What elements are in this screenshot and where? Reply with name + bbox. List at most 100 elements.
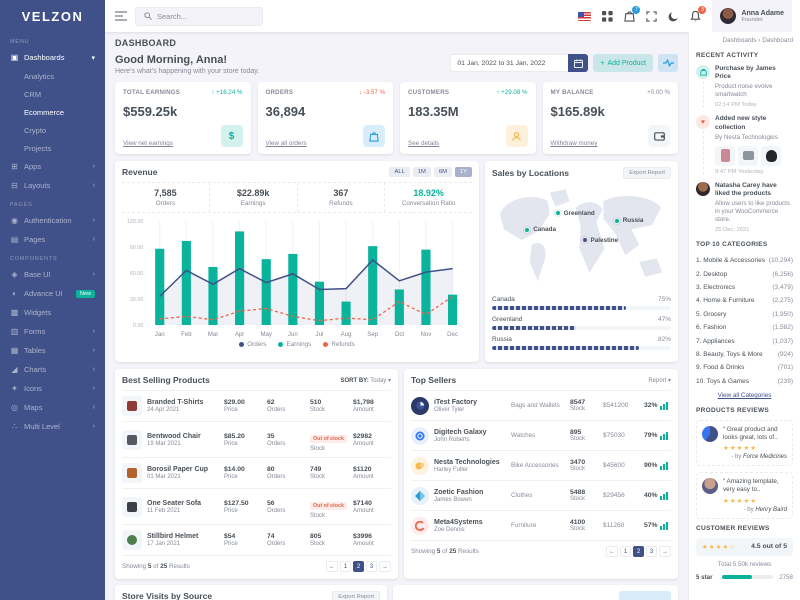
product-photo-camera[interactable] [738, 146, 758, 166]
map-marker-palestine[interactable]: Palestine [582, 237, 619, 244]
list-item[interactable]: 2. Desktop(6,256) [696, 268, 793, 281]
table-row[interactable]: Zoetic FashionJames Bowen Clothes 5488St… [411, 480, 671, 510]
map-marker-canada[interactable]: Canada [524, 226, 556, 233]
sidebar-item-forms[interactable]: ▥Forms› [0, 322, 105, 341]
customer-rating-card: ★★★★☆ 4.5 out of 5 [696, 538, 793, 556]
view-all-categories-link[interactable]: View all Categories [696, 392, 793, 399]
breadcrumb[interactable]: Dashboards › Dashboard [696, 37, 793, 44]
search-input[interactable]: Search... [135, 7, 263, 26]
language-flag-icon[interactable] [578, 12, 591, 21]
dark-mode-moon-icon[interactable] [668, 11, 679, 22]
cart-icon[interactable]: 7 [624, 10, 635, 22]
sidebar-item-advance-ui[interactable]: ◐Advance UINew [0, 284, 105, 303]
activity-item[interactable]: Natasha Carey have liked the products Al… [696, 182, 793, 233]
page-1-button[interactable]: 1 [620, 546, 631, 557]
hamburger-menu-icon[interactable] [115, 11, 127, 21]
calendar-button[interactable] [568, 54, 588, 72]
map-marker-greenland[interactable]: Greenland [555, 210, 595, 217]
chevron-right-icon: › [93, 236, 95, 243]
sidebar-item-projects[interactable]: Projects [0, 139, 105, 157]
revenue-tab-1m[interactable]: 1M [413, 167, 431, 177]
sidebar-item-layouts[interactable]: ⊟Layouts› [0, 176, 105, 195]
app-logo[interactable]: VELZON [0, 0, 105, 32]
svg-text:Mar: Mar [208, 332, 219, 338]
list-item[interactable]: 8. Beauty, Toys & More(924) [696, 348, 793, 361]
results-summary: Showing 5 of 25 Results [122, 563, 190, 570]
sidebar-item-apps[interactable]: ⊞Apps› [0, 157, 105, 176]
location-stat-greenland: Greenland47% [492, 316, 671, 330]
sidebar-item-multi-level[interactable]: ∴Multi Level› [0, 417, 105, 436]
table-row[interactable]: One Seater Sofa11 Feb 2021 $127.50Price … [122, 488, 391, 524]
product-photo-bag[interactable] [761, 146, 781, 166]
trend-down-icon: ↓ [359, 89, 362, 96]
sidebar-item-crm[interactable]: CRM [0, 85, 105, 103]
view-all-orders-link[interactable]: View all orders [266, 140, 307, 147]
sidebar-item-analytics[interactable]: Analytics [0, 67, 105, 85]
table-row[interactable]: Digitech GalaxyJohn Roberts Watches 895S… [411, 420, 671, 450]
sidebar-item-maps[interactable]: ◎Maps› [0, 398, 105, 417]
table-row[interactable]: Meta4SystemsZoe Dennis Furniture 4100Sto… [411, 510, 671, 540]
sort-by-dropdown[interactable]: SORT BY: Today ▾ [341, 377, 392, 384]
activity-item[interactable]: Purchase by James Price Product noise ev… [696, 65, 793, 108]
notifications-bell-icon[interactable]: 3 [690, 10, 701, 22]
list-item[interactable]: 6. Fashion(1,582) [696, 321, 793, 334]
list-item[interactable]: 1. Mobile & Accessories(10,294) [696, 254, 793, 267]
sidebar-section-menu: MENU [0, 32, 105, 48]
sidebar-item-tables[interactable]: ▦Tables› [0, 341, 105, 360]
sidebar-item-icons[interactable]: ✦Icons› [0, 379, 105, 398]
sidebar-item-charts[interactable]: ◢Charts› [0, 360, 105, 379]
page-3-button[interactable]: 3 [646, 546, 657, 557]
date-range-input[interactable] [450, 54, 568, 72]
table-row[interactable]: Stillbird Helmet17 Jan 2021 $54Price 74O… [122, 524, 391, 555]
page-next-button[interactable]: → [659, 546, 671, 557]
date-range-picker[interactable] [450, 54, 588, 72]
sidebar-item-base-ui[interactable]: ◈Base UI› [0, 265, 105, 284]
page-prev-button[interactable]: ← [606, 546, 618, 557]
withdraw-money-link[interactable]: Withdraw money [551, 140, 598, 147]
list-item[interactable]: 10. Toys & Games(239) [696, 375, 793, 388]
page-3-button[interactable]: 3 [366, 561, 377, 572]
page-prev-button[interactable]: ← [326, 561, 338, 572]
page-2-button[interactable]: 2 [633, 546, 644, 557]
list-item[interactable]: 5. Grocery(1,950) [696, 308, 793, 321]
review-card[interactable]: “ Great product and looks great, lots of… [696, 420, 793, 466]
export-report-button[interactable]: Export Report [332, 591, 380, 600]
user-menu[interactable]: Anna Adame Founder [712, 0, 792, 32]
revenue-tab-all[interactable]: ALL [389, 167, 409, 177]
stat-label: TOTAL EARNINGS [123, 89, 180, 96]
activity-item[interactable]: ♥ Added new style collection By Nesta Te… [696, 115, 793, 174]
sidebar-item-authentication[interactable]: ◉Authentication› [0, 211, 105, 230]
product-photo-dress[interactable] [715, 146, 735, 166]
page-2-button[interactable]: 2 [353, 561, 364, 572]
sidebar-item-widgets[interactable]: ▩Widgets [0, 303, 105, 322]
activity-pulse-button[interactable] [658, 54, 678, 72]
sidebar-item-pages[interactable]: ▤Pages› [0, 230, 105, 249]
revenue-tab-1y[interactable]: 1Y [455, 167, 472, 177]
revenue-tab-6m[interactable]: 6M [434, 167, 452, 177]
stat-delta: +16.24 % [216, 89, 242, 96]
table-row[interactable]: Nesta TechnologiesHarley Fuller Bike Acc… [411, 450, 671, 480]
page-1-button[interactable]: 1 [340, 561, 351, 572]
view-net-earnings-link[interactable]: View net earnings [123, 140, 173, 147]
list-item[interactable]: 4. Home & Furniture(2,275) [696, 294, 793, 307]
map-marker-russia[interactable]: Russia [614, 217, 644, 224]
sidebar-item-ecommerce[interactable]: Ecommerce [0, 103, 105, 121]
review-card[interactable]: “ Amazing template, very easy to.. ★★★★★… [696, 472, 793, 518]
export-report-button[interactable]: Export Report [623, 167, 671, 179]
see-details-link[interactable]: See details [408, 140, 439, 147]
table-row[interactable]: Bentwood Chair19 Mar 2021 $85.20Price 35… [122, 421, 391, 457]
fullscreen-icon[interactable] [646, 11, 657, 22]
web-apps-icon[interactable] [602, 11, 613, 22]
table-row[interactable]: Branded T-Shirts24 Apr 2021 $29.00Price … [122, 390, 391, 421]
list-item[interactable]: 7. Appliances(1,037) [696, 334, 793, 347]
list-item[interactable]: 9. Food & Drinks(701) [696, 361, 793, 374]
sidebar-item-dashboards[interactable]: ▣ Dashboards ▾ [0, 48, 105, 67]
page-next-button[interactable]: → [379, 561, 391, 572]
sidebar-item-crypto[interactable]: Crypto [0, 121, 105, 139]
table-row[interactable]: Borosil Paper Cup01 Mar 2021 $14.00Price… [122, 457, 391, 488]
list-item[interactable]: 3. Electronics(3,479) [696, 281, 793, 294]
add-product-button[interactable]: + Add Product [593, 54, 653, 72]
table-row[interactable]: iTest FactoryOliver Tyler Bags and Walle… [411, 390, 671, 420]
report-dropdown[interactable]: Report ▾ [648, 377, 671, 384]
generate-report-button[interactable] [619, 591, 671, 600]
